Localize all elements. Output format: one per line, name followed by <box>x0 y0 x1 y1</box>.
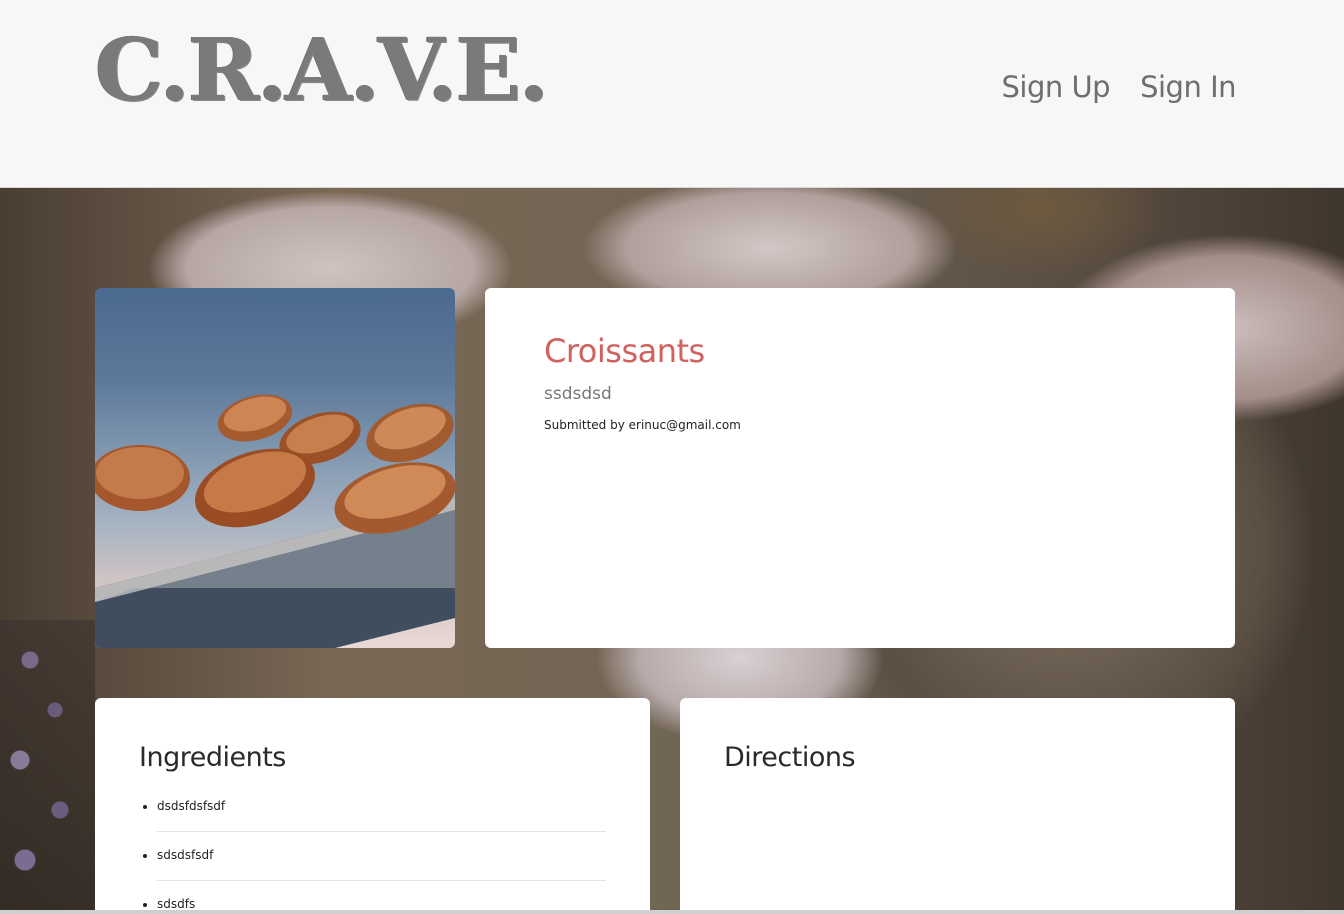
recipe-title: Croissants <box>544 332 705 370</box>
sign-up-link[interactable]: Sign Up <box>1001 70 1110 104</box>
directions-heading: Directions <box>724 742 856 773</box>
site-logo[interactable]: C.R.A.V.E. <box>95 28 549 114</box>
ingredients-panel: Ingredients dsdsfdsfsdf sdsdsfsdf sdsdfs <box>95 698 650 914</box>
main-nav: Sign Up Sign In <box>1001 70 1236 104</box>
recipe-submitted-by: Submitted by erinuc@gmail.com <box>544 418 741 432</box>
sign-in-link[interactable]: Sign In <box>1140 70 1236 104</box>
page: C.R.A.V.E. Sign Up Sign In Croissants ss… <box>0 0 1344 914</box>
directions-panel: Directions <box>680 698 1235 914</box>
site-header: C.R.A.V.E. Sign Up Sign In <box>0 0 1344 188</box>
recipe-info-card: Croissants ssdsdsd Submitted by erinuc@g… <box>485 288 1235 648</box>
horizontal-scrollbar[interactable] <box>0 910 1344 914</box>
ingredients-list: dsdsfdsfsdf sdsdsfsdf sdsdfs <box>139 795 606 914</box>
croissant-tray-image <box>95 394 455 648</box>
recipe-photo <box>95 288 455 648</box>
ingredient-item: dsdsfdsfsdf <box>157 795 606 832</box>
recipe-description: ssdsdsd <box>544 384 612 404</box>
ingredient-item: sdsdsfsdf <box>157 844 606 881</box>
ingredients-heading: Ingredients <box>139 742 286 773</box>
lavender-decoration <box>0 620 95 914</box>
